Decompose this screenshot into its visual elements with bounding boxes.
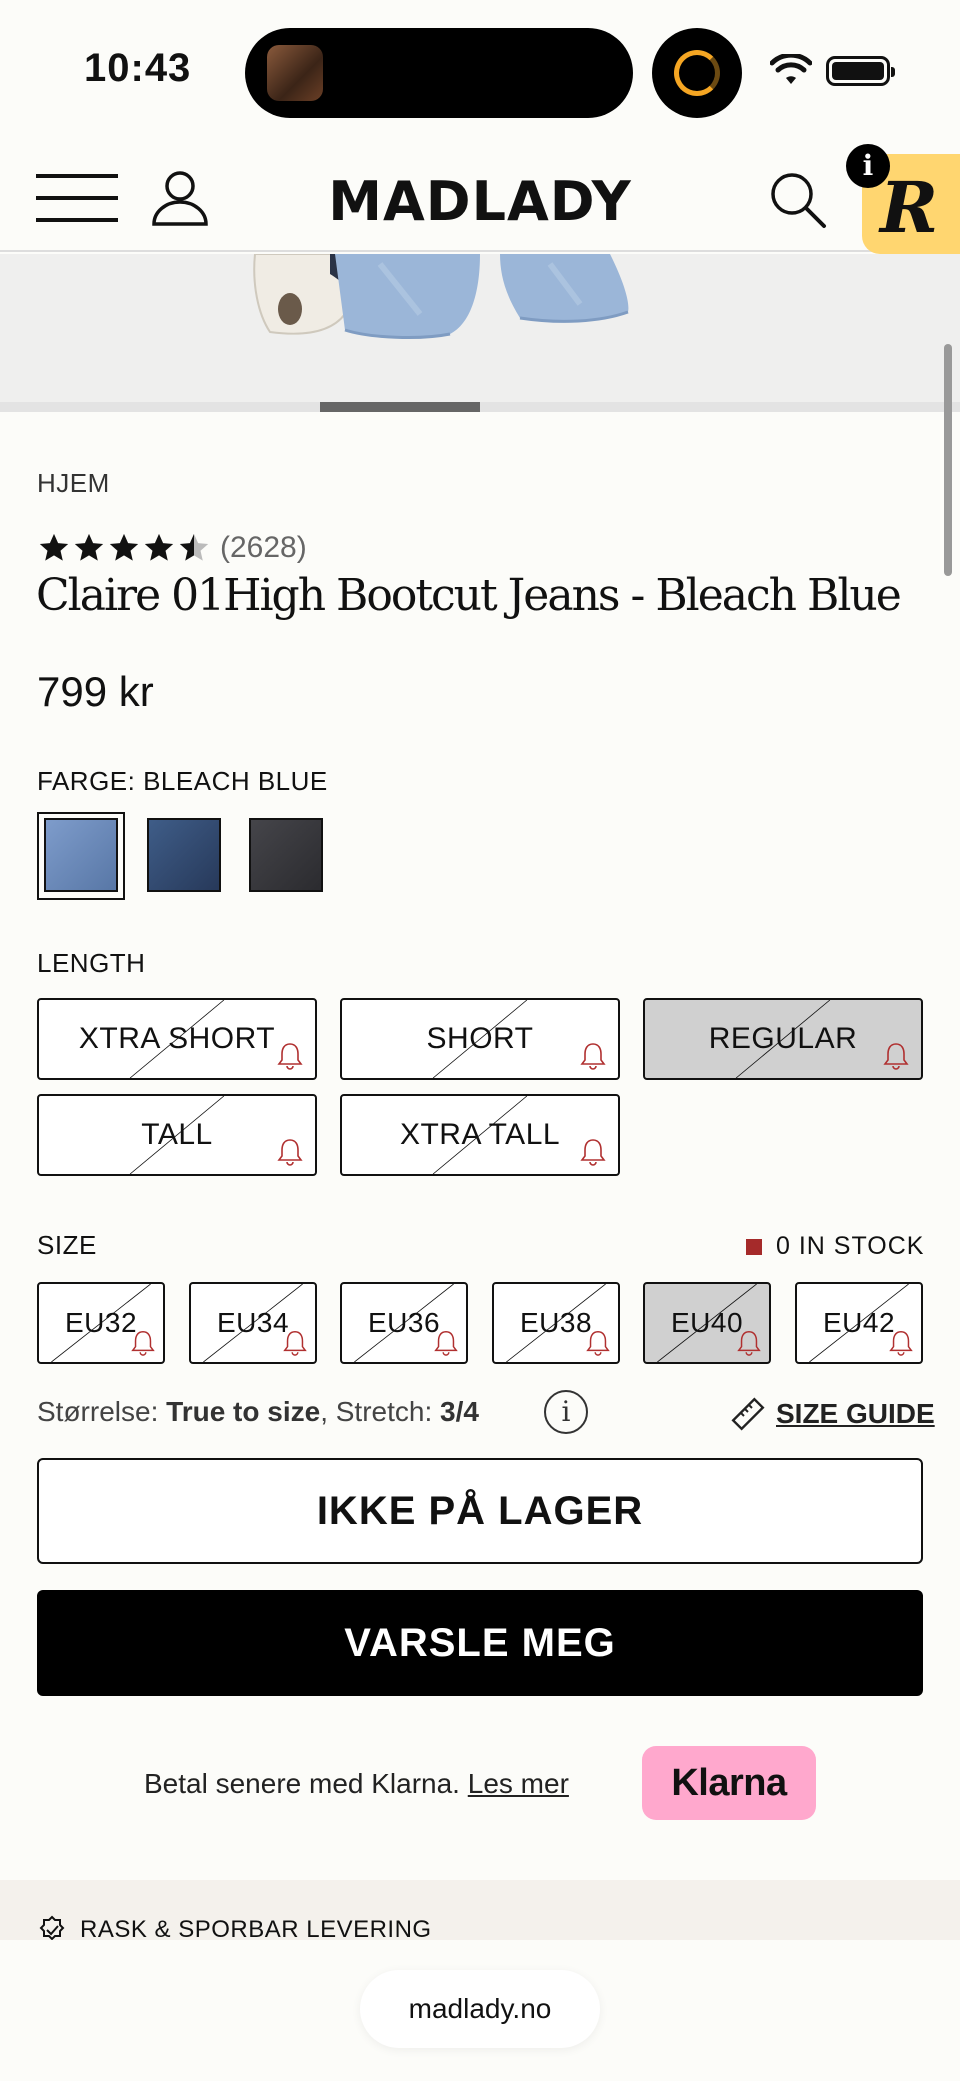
bell-icon xyxy=(889,1330,913,1356)
length-option-tall[interactable]: TALL xyxy=(37,1094,317,1176)
size-option-eu36[interactable]: EU36 xyxy=(340,1282,468,1364)
clock: 10:43 xyxy=(84,46,192,90)
bell-icon xyxy=(277,1139,303,1166)
fit-info-icon[interactable]: i xyxy=(544,1390,588,1434)
star-icon xyxy=(109,533,139,561)
search-icon[interactable] xyxy=(768,170,828,230)
breadcrumb[interactable]: HJEM xyxy=(37,468,110,499)
klarna-row: Betal senere med Klarna. Les mer Klarna xyxy=(0,1746,960,1822)
star-icon xyxy=(74,533,104,561)
browser-bottom-bar: madlady.no xyxy=(0,1940,960,2081)
review-count: (2628) xyxy=(220,531,307,564)
now-playing-artwork xyxy=(267,45,323,101)
color-label: FARGE: BLEACH BLUE xyxy=(37,766,328,796)
length-option-label: SHORT xyxy=(426,1022,534,1055)
bell-icon xyxy=(586,1330,610,1356)
bell-icon xyxy=(737,1330,761,1356)
wifi-icon xyxy=(770,54,812,84)
klarna-logo: Klarna xyxy=(642,1746,816,1820)
size-option-eu38[interactable]: EU38 xyxy=(492,1282,620,1364)
star-icon xyxy=(39,533,69,561)
klarna-text: Betal senere med Klarna. Les mer xyxy=(144,1768,569,1800)
fit-size-value: True to size xyxy=(166,1396,321,1427)
account-icon[interactable] xyxy=(150,168,210,228)
bell-icon xyxy=(277,1043,303,1070)
bell-icon xyxy=(580,1139,606,1166)
length-option-xtra-short[interactable]: XTRA SHORT xyxy=(37,998,317,1080)
fit-info: Størrelse: True to size, Stretch: 3/4 xyxy=(37,1396,479,1428)
length-option-regular[interactable]: REGULAR xyxy=(643,998,923,1080)
length-option-short[interactable]: SHORT xyxy=(340,998,620,1080)
site-logo[interactable]: MADLADY xyxy=(300,170,660,233)
fit-middle: , Stretch: xyxy=(320,1396,441,1427)
product-price: 799 kr xyxy=(37,668,154,715)
address-bar[interactable]: madlady.no xyxy=(360,1970,600,2048)
site-header: MADLADY R i xyxy=(0,140,960,254)
size-option-eu34[interactable]: EU34 xyxy=(189,1282,317,1364)
stock-indicator-icon xyxy=(746,1238,762,1255)
length-option-label: XTRA SHORT xyxy=(78,1022,276,1055)
size-guide-link[interactable]: SIZE GUIDE xyxy=(776,1398,935,1430)
length-option-xtra-tall[interactable]: XTRA TALL xyxy=(340,1094,620,1176)
timer-icon xyxy=(674,50,720,96)
product-rating[interactable]: (2628) xyxy=(37,528,307,568)
length-option-label: XTRA TALL xyxy=(399,1118,561,1151)
size-option-eu32[interactable]: EU32 xyxy=(37,1282,165,1364)
size-option-eu40[interactable]: EU40 xyxy=(643,1282,771,1364)
color-swatch-dark-blue[interactable] xyxy=(147,818,221,892)
bell-icon xyxy=(283,1330,307,1356)
product-photo-jeans xyxy=(0,254,960,404)
bell-icon xyxy=(131,1330,155,1356)
rebuy-logo-icon: R xyxy=(880,166,939,249)
fit-prefix: Størrelse: xyxy=(37,1396,167,1427)
klarna-message: Betal senere med Klarna. xyxy=(144,1768,468,1799)
battery-icon xyxy=(826,56,895,86)
stock-text: 0 IN STOCK xyxy=(776,1232,925,1260)
info-icon[interactable]: i xyxy=(846,144,890,188)
menu-icon[interactable] xyxy=(36,172,118,224)
image-carousel-indicator[interactable] xyxy=(0,402,960,412)
star-icon xyxy=(144,533,174,561)
half-star-icon xyxy=(179,533,209,561)
length-label: LENGTH xyxy=(37,948,146,978)
stock-status: 0 IN STOCK xyxy=(746,1232,924,1261)
ruler-icon xyxy=(731,1397,765,1431)
color-swatch-bleach-blue[interactable] xyxy=(44,818,118,892)
bell-icon xyxy=(580,1043,606,1070)
bell-icon xyxy=(883,1043,909,1070)
timer-activity[interactable] xyxy=(652,28,742,118)
size-option-eu42[interactable]: EU42 xyxy=(795,1282,923,1364)
status-bar: 10:43 xyxy=(0,0,960,140)
color-swatch-black[interactable] xyxy=(249,818,323,892)
size-label: SIZE xyxy=(37,1230,97,1260)
dynamic-island[interactable] xyxy=(245,28,633,118)
size-guide-button[interactable]: SIZE GUIDE xyxy=(730,1396,935,1432)
product-image[interactable] xyxy=(0,254,960,404)
out-of-stock-button[interactable]: IKKE PÅ LAGER xyxy=(37,1458,923,1564)
product-title: Claire 01High Bootcut Jeans - Bleach Blu… xyxy=(36,570,902,621)
klarna-read-more-link[interactable]: Les mer xyxy=(468,1768,569,1799)
scrollbar[interactable] xyxy=(944,344,952,576)
notify-me-button[interactable]: VARSLE MEG xyxy=(37,1590,923,1696)
length-option-label: TALL xyxy=(141,1118,213,1151)
length-option-label: REGULAR xyxy=(708,1022,858,1055)
bell-icon xyxy=(434,1330,458,1356)
fit-stretch-value: 3/4 xyxy=(440,1396,479,1427)
carousel-active-indicator xyxy=(320,402,480,412)
